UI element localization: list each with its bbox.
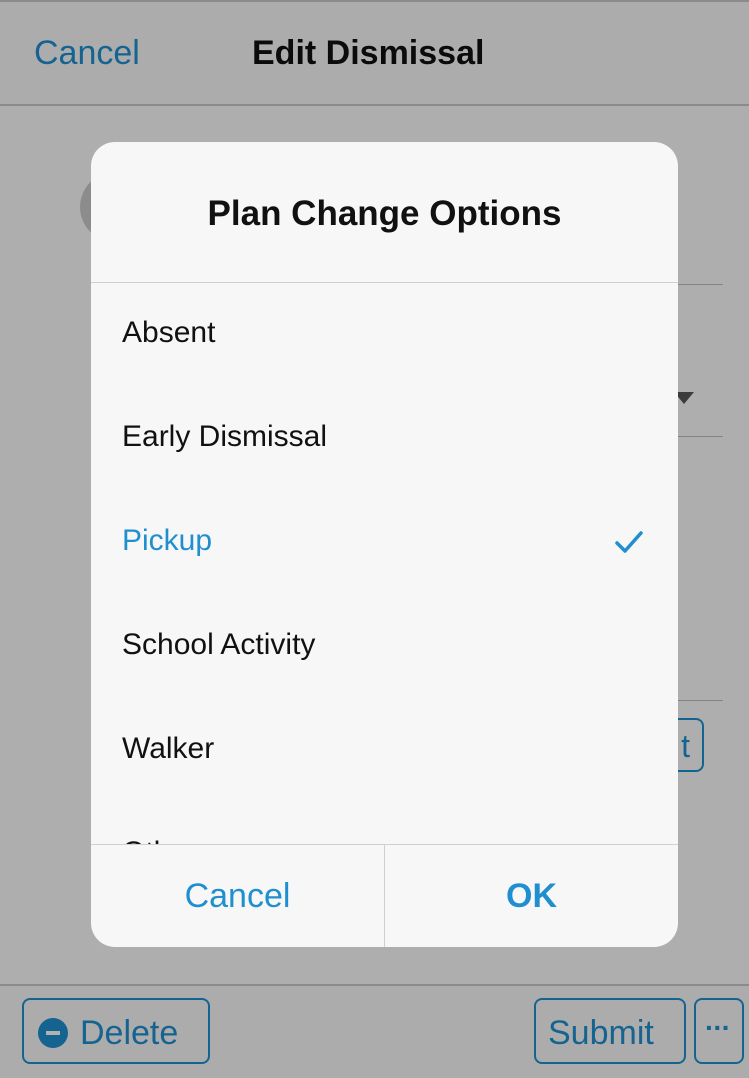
option-absent[interactable]: Absent — [91, 283, 678, 387]
option-label: Pickup — [122, 524, 213, 557]
dialog-cancel-button[interactable]: Cancel — [91, 845, 384, 947]
option-early-dismissal[interactable]: Early Dismissal — [91, 387, 678, 491]
option-walker[interactable]: Walker — [91, 699, 678, 803]
option-label: School Activity — [122, 628, 316, 661]
option-label: Other — [122, 836, 197, 844]
option-school-activity[interactable]: School Activity — [91, 595, 678, 699]
plan-change-dialog: Plan Change Options Absent Early Dismiss… — [91, 142, 678, 947]
dialog-ok-button[interactable]: OK — [385, 845, 678, 947]
option-label: Absent — [122, 316, 216, 349]
option-pickup[interactable]: Pickup — [91, 491, 678, 595]
option-list[interactable]: Absent Early Dismissal Pickup School Act… — [91, 283, 678, 844]
checkmark-icon — [615, 531, 643, 553]
option-label: Early Dismissal — [122, 420, 328, 453]
option-other[interactable]: Other — [91, 803, 678, 844]
dialog-title: Plan Change Options — [207, 194, 562, 233]
option-label: Walker — [122, 732, 215, 765]
